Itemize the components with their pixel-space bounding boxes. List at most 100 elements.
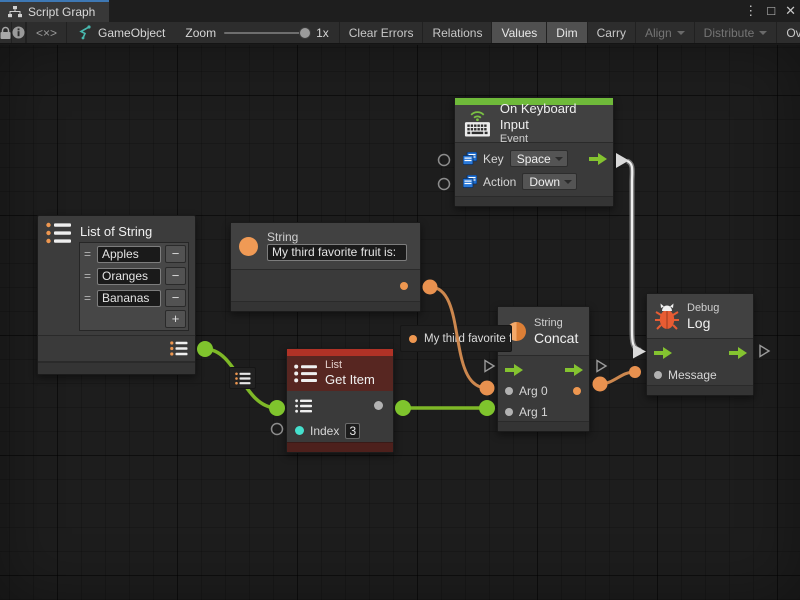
carry-button[interactable]: Carry xyxy=(588,22,636,43)
list-item-row: = Bananas − xyxy=(80,287,188,309)
string-type-icon xyxy=(239,237,258,256)
list-icon xyxy=(235,372,251,385)
lock-icon xyxy=(0,26,11,40)
zoom-control: Zoom 1x xyxy=(175,22,339,43)
message-input-port[interactable] xyxy=(654,371,662,379)
align-dropdown[interactable]: Align xyxy=(636,22,695,43)
window-close-button[interactable]: ✕ xyxy=(785,0,796,22)
node-string-literal[interactable]: String My third favorite fruit is: xyxy=(230,222,421,312)
string-value-dot xyxy=(409,335,417,343)
flow-input-port[interactable] xyxy=(654,347,673,359)
list-value-preview xyxy=(229,367,256,389)
align-label: Align xyxy=(645,26,672,40)
remove-item-button[interactable]: − xyxy=(165,245,186,263)
window-maximize-button[interactable]: □ xyxy=(767,0,775,22)
info-icon xyxy=(12,26,25,39)
node-on-keyboard-input[interactable]: On Keyboard Input Event Key Space xyxy=(454,97,614,207)
list-item-row: = Apples − xyxy=(80,243,188,265)
drag-handle[interactable]: = xyxy=(84,291,93,305)
add-item-button[interactable]: + xyxy=(165,310,186,328)
distribute-label: Distribute xyxy=(704,26,755,40)
error-color-bar xyxy=(287,349,393,356)
clear-errors-button[interactable]: Clear Errors xyxy=(340,22,424,43)
list-item-field[interactable]: Oranges xyxy=(97,268,161,285)
list-item-field[interactable]: Bananas xyxy=(97,290,161,307)
key-dropdown-value: Space xyxy=(517,152,551,166)
string-value-preview-text: My third favorite fr... xyxy=(424,333,512,345)
flow-input-port[interactable] xyxy=(505,364,524,376)
list-editor: = Apples − = Oranges − = Bananas − + xyxy=(79,242,189,331)
list-input-port[interactable] xyxy=(295,399,313,413)
graph-toolbar: <×> GameObject Zoom 1x Clear Errors Rela… xyxy=(0,22,800,44)
string-value-preview: My third favorite fr... xyxy=(400,325,512,352)
inline-value-icon xyxy=(463,152,477,165)
list-icon-white xyxy=(294,364,318,383)
node-footer xyxy=(498,421,589,431)
arg0-input-port[interactable] xyxy=(505,387,513,395)
info-button[interactable] xyxy=(12,22,26,43)
node-subtitle: Event xyxy=(500,133,605,146)
node-footer xyxy=(647,385,753,395)
item-output-port[interactable] xyxy=(374,401,383,410)
key-port-label: Key xyxy=(483,152,504,166)
remove-item-button[interactable]: − xyxy=(165,267,186,285)
zoom-slider[interactable] xyxy=(224,32,308,34)
node-title: List of String xyxy=(80,224,152,240)
list-item-row: = Oranges − xyxy=(80,265,188,287)
dim-toggle[interactable]: Dim xyxy=(547,22,587,43)
node-footer xyxy=(455,196,613,206)
zoom-value: 1x xyxy=(316,26,329,40)
drag-handle[interactable]: = xyxy=(84,247,93,261)
node-title: Log xyxy=(687,315,719,331)
overview-button[interactable]: Overv xyxy=(777,22,800,43)
result-output-port[interactable] xyxy=(573,387,581,395)
bug-icon xyxy=(654,302,680,330)
keyboard-event-icon xyxy=(463,109,492,139)
values-toggle[interactable]: Values xyxy=(492,22,547,43)
flow-output-port[interactable] xyxy=(589,153,608,165)
list-item-field[interactable]: Apples xyxy=(97,246,161,263)
flow-output-port[interactable] xyxy=(729,347,748,359)
action-dropdown-value: Down xyxy=(529,175,560,189)
node-get-item[interactable]: List Get Item Index 3 xyxy=(286,348,394,453)
action-dropdown[interactable]: Down xyxy=(522,173,577,190)
inline-value-icon xyxy=(463,175,477,188)
code-preview-glyph: <×> xyxy=(36,26,57,40)
node-category: String xyxy=(534,317,578,330)
gameobject-icon xyxy=(77,25,92,40)
arg0-label: Arg 0 xyxy=(519,384,548,398)
tab-title: Script Graph xyxy=(28,5,95,19)
index-value-field[interactable]: 3 xyxy=(345,423,360,439)
remove-item-button[interactable]: − xyxy=(165,289,186,307)
node-footer xyxy=(231,301,420,311)
zoom-slider-knob[interactable] xyxy=(299,27,311,39)
distribute-dropdown[interactable]: Distribute xyxy=(695,22,778,43)
flow-output-port[interactable] xyxy=(565,364,584,376)
index-label: Index xyxy=(310,424,339,438)
node-title: Get Item xyxy=(325,372,375,388)
window-menu-button[interactable]: ⋮ xyxy=(744,0,757,22)
node-category: List xyxy=(325,359,375,372)
chevron-down-icon xyxy=(759,31,767,35)
string-value-field[interactable]: My third favorite fruit is: xyxy=(267,244,407,261)
unity-script-graph-window: Script Graph ⋮ □ ✕ <×> xyxy=(0,0,800,600)
graph-owner[interactable]: GameObject xyxy=(67,22,175,43)
node-category: Debug xyxy=(687,302,719,315)
index-input-port[interactable] xyxy=(295,426,304,435)
arg1-label: Arg 1 xyxy=(519,405,548,419)
node-footer xyxy=(38,362,195,374)
list-output-port[interactable] xyxy=(170,341,188,356)
gameobject-label: GameObject xyxy=(98,26,165,40)
string-output-port[interactable] xyxy=(400,282,408,290)
key-dropdown[interactable]: Space xyxy=(510,150,568,167)
code-preview-button[interactable]: <×> xyxy=(27,22,67,43)
arg1-input-port[interactable] xyxy=(505,408,513,416)
node-debug-log[interactable]: Debug Log Message xyxy=(646,293,754,396)
drag-handle[interactable]: = xyxy=(84,269,93,283)
relations-button[interactable]: Relations xyxy=(423,22,492,43)
chevron-down-icon xyxy=(677,31,685,35)
node-title: Concat xyxy=(534,330,578,346)
node-list-of-string[interactable]: List of String = Apples − = Oranges − = … xyxy=(37,215,196,375)
lock-button[interactable] xyxy=(0,22,12,43)
tab-script-graph[interactable]: Script Graph xyxy=(0,0,109,22)
